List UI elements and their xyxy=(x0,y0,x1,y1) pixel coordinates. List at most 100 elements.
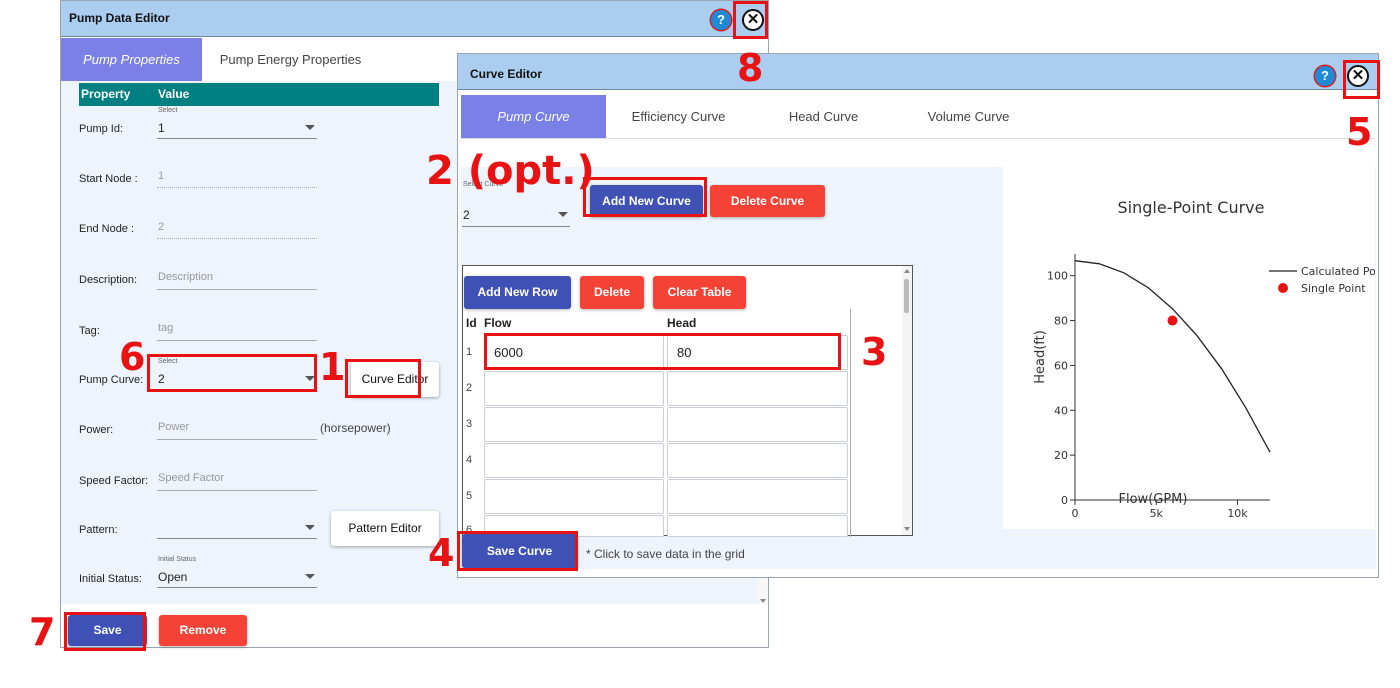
property-table-header: Property Value xyxy=(79,83,439,106)
legend-point-swatch xyxy=(1278,283,1288,293)
delete-curve-button[interactable]: Delete Curve xyxy=(710,185,825,217)
tab-efficiency-curve[interactable]: Efficiency Curve xyxy=(606,95,751,138)
annotation-2: 2 (opt.) xyxy=(426,148,595,194)
speed-factor-label: Speed Factor: xyxy=(79,475,149,487)
start-node-value: 1 xyxy=(158,170,165,182)
power-placeholder: Power xyxy=(158,421,190,433)
save-button[interactable]: Save xyxy=(68,615,147,646)
start-node-field xyxy=(157,187,317,188)
end-node-field xyxy=(157,238,317,239)
speed-factor-placeholder: Speed Factor xyxy=(158,472,225,484)
flow-column-header: Flow xyxy=(484,316,512,330)
pump-id-label: Pump Id: xyxy=(79,123,124,135)
pump-curve-value: 2 xyxy=(158,372,165,386)
help-icon[interactable]: ? xyxy=(1315,66,1335,86)
chevron-down-icon xyxy=(305,125,315,130)
head-cell[interactable] xyxy=(667,407,848,442)
clear-table-button[interactable]: Clear Table xyxy=(653,276,746,309)
scroll-up-icon[interactable] xyxy=(904,269,910,273)
annotation-3: 3 xyxy=(861,330,888,374)
tag-input[interactable]: tag xyxy=(157,318,317,342)
y-tick-label: 0 xyxy=(1061,494,1068,507)
field-underline xyxy=(462,226,570,227)
power-input[interactable]: Power xyxy=(157,417,317,441)
annotation-5: 5 xyxy=(1346,110,1373,154)
tab-pump-energy-properties[interactable]: Pump Energy Properties xyxy=(202,38,379,81)
curve-editor-title: Curve Editor xyxy=(470,67,543,81)
flow-cell[interactable]: 6000 xyxy=(484,335,664,370)
flow-cell[interactable] xyxy=(484,479,664,514)
annotation-4: 4 xyxy=(428,531,455,575)
select-curve-value: 2 xyxy=(463,208,470,222)
data-grid: Id Flow Head 1 6000 80 2 3 4 5 6 xyxy=(463,309,851,537)
help-icon[interactable]: ? xyxy=(711,10,731,30)
initial-status-select[interactable]: Open xyxy=(157,564,317,588)
initial-status-label: Initial Status: xyxy=(79,573,142,585)
speed-factor-input[interactable]: Speed Factor xyxy=(157,468,317,492)
head-cell[interactable] xyxy=(667,515,848,537)
legend-label: Calculated Po xyxy=(1301,265,1375,278)
head-column-header: Head xyxy=(667,316,697,330)
field-underline xyxy=(157,340,317,341)
tab-head-curve[interactable]: Head Curve xyxy=(751,95,896,138)
single-point-curve-chart: Single-Point Curve Flow(GPM) Head(ft) 02… xyxy=(1033,198,1376,520)
pattern-select[interactable] xyxy=(157,515,317,539)
tag-label: Tag: xyxy=(79,325,100,337)
chevron-down-icon xyxy=(305,574,315,579)
id-column-header: Id xyxy=(466,316,477,330)
field-underline xyxy=(157,389,317,390)
tab-pump-curve[interactable]: Pump Curve xyxy=(461,95,606,138)
head-cell[interactable] xyxy=(667,371,848,406)
field-underline xyxy=(157,538,317,539)
scroll-down-icon[interactable] xyxy=(760,599,766,603)
curve-editor-button[interactable]: Curve Editor xyxy=(351,362,439,397)
description-placeholder: Description xyxy=(158,271,214,283)
pattern-editor-button[interactable]: Pattern Editor xyxy=(331,511,439,546)
tab-volume-curve[interactable]: Volume Curve xyxy=(896,95,1041,138)
head-cell[interactable] xyxy=(667,443,848,478)
description-input[interactable]: Description xyxy=(157,267,317,291)
select-curve-dropdown[interactable]: 2 xyxy=(462,202,570,227)
y-axis-label: Head(ft) xyxy=(1033,330,1048,384)
value-column-header: Value xyxy=(158,87,190,101)
end-node-value: 2 xyxy=(158,221,165,233)
field-underline xyxy=(157,138,317,139)
chart-panel: Single-Point Curve Flow(GPM) Head(ft) 02… xyxy=(1003,167,1376,529)
head-cell[interactable] xyxy=(667,479,848,514)
x-tick-label: 5k xyxy=(1150,507,1164,520)
tab-pump-properties[interactable]: Pump Properties xyxy=(61,38,202,81)
field-underline xyxy=(157,490,317,491)
row-id: 4 xyxy=(466,454,473,466)
initial-status-value: Open xyxy=(158,570,188,584)
add-new-curve-button[interactable]: Add New Curve xyxy=(590,185,703,217)
grid-scrollbar[interactable] xyxy=(902,266,912,535)
remove-button[interactable]: Remove xyxy=(159,615,247,646)
row-id: 2 xyxy=(466,382,473,394)
tag-placeholder: tag xyxy=(158,322,174,334)
scroll-down-icon[interactable] xyxy=(904,527,910,531)
scroll-thumb[interactable] xyxy=(904,279,909,313)
flow-cell[interactable] xyxy=(484,443,664,478)
property-column-header: Property xyxy=(81,87,131,101)
close-icon[interactable]: ✕ xyxy=(1347,65,1369,87)
y-tick-label: 40 xyxy=(1054,404,1068,417)
y-tick-label: 60 xyxy=(1054,359,1068,372)
add-new-row-button[interactable]: Add New Row xyxy=(464,276,571,309)
annotation-8: 8 xyxy=(737,46,764,90)
flow-cell[interactable] xyxy=(484,407,664,442)
legend-label: Single Point xyxy=(1301,282,1366,295)
head-cell[interactable]: 80 xyxy=(667,335,848,370)
start-node-label: Start Node : xyxy=(79,173,138,185)
flow-cell[interactable] xyxy=(484,371,664,406)
field-underline xyxy=(157,439,317,440)
pump-curve-select[interactable]: 2 xyxy=(157,366,317,390)
close-icon[interactable]: ✕ xyxy=(742,9,764,31)
pump-id-select[interactable]: 1 xyxy=(157,115,317,139)
save-note: * Click to save data in the grid xyxy=(586,547,745,561)
pattern-label: Pattern: xyxy=(79,524,118,536)
delete-row-button[interactable]: Delete xyxy=(580,276,644,309)
chart-title: Single-Point Curve xyxy=(1118,198,1265,217)
save-curve-button[interactable]: Save Curve xyxy=(462,534,577,568)
chevron-down-icon xyxy=(305,525,315,530)
power-label: Power: xyxy=(79,424,114,436)
